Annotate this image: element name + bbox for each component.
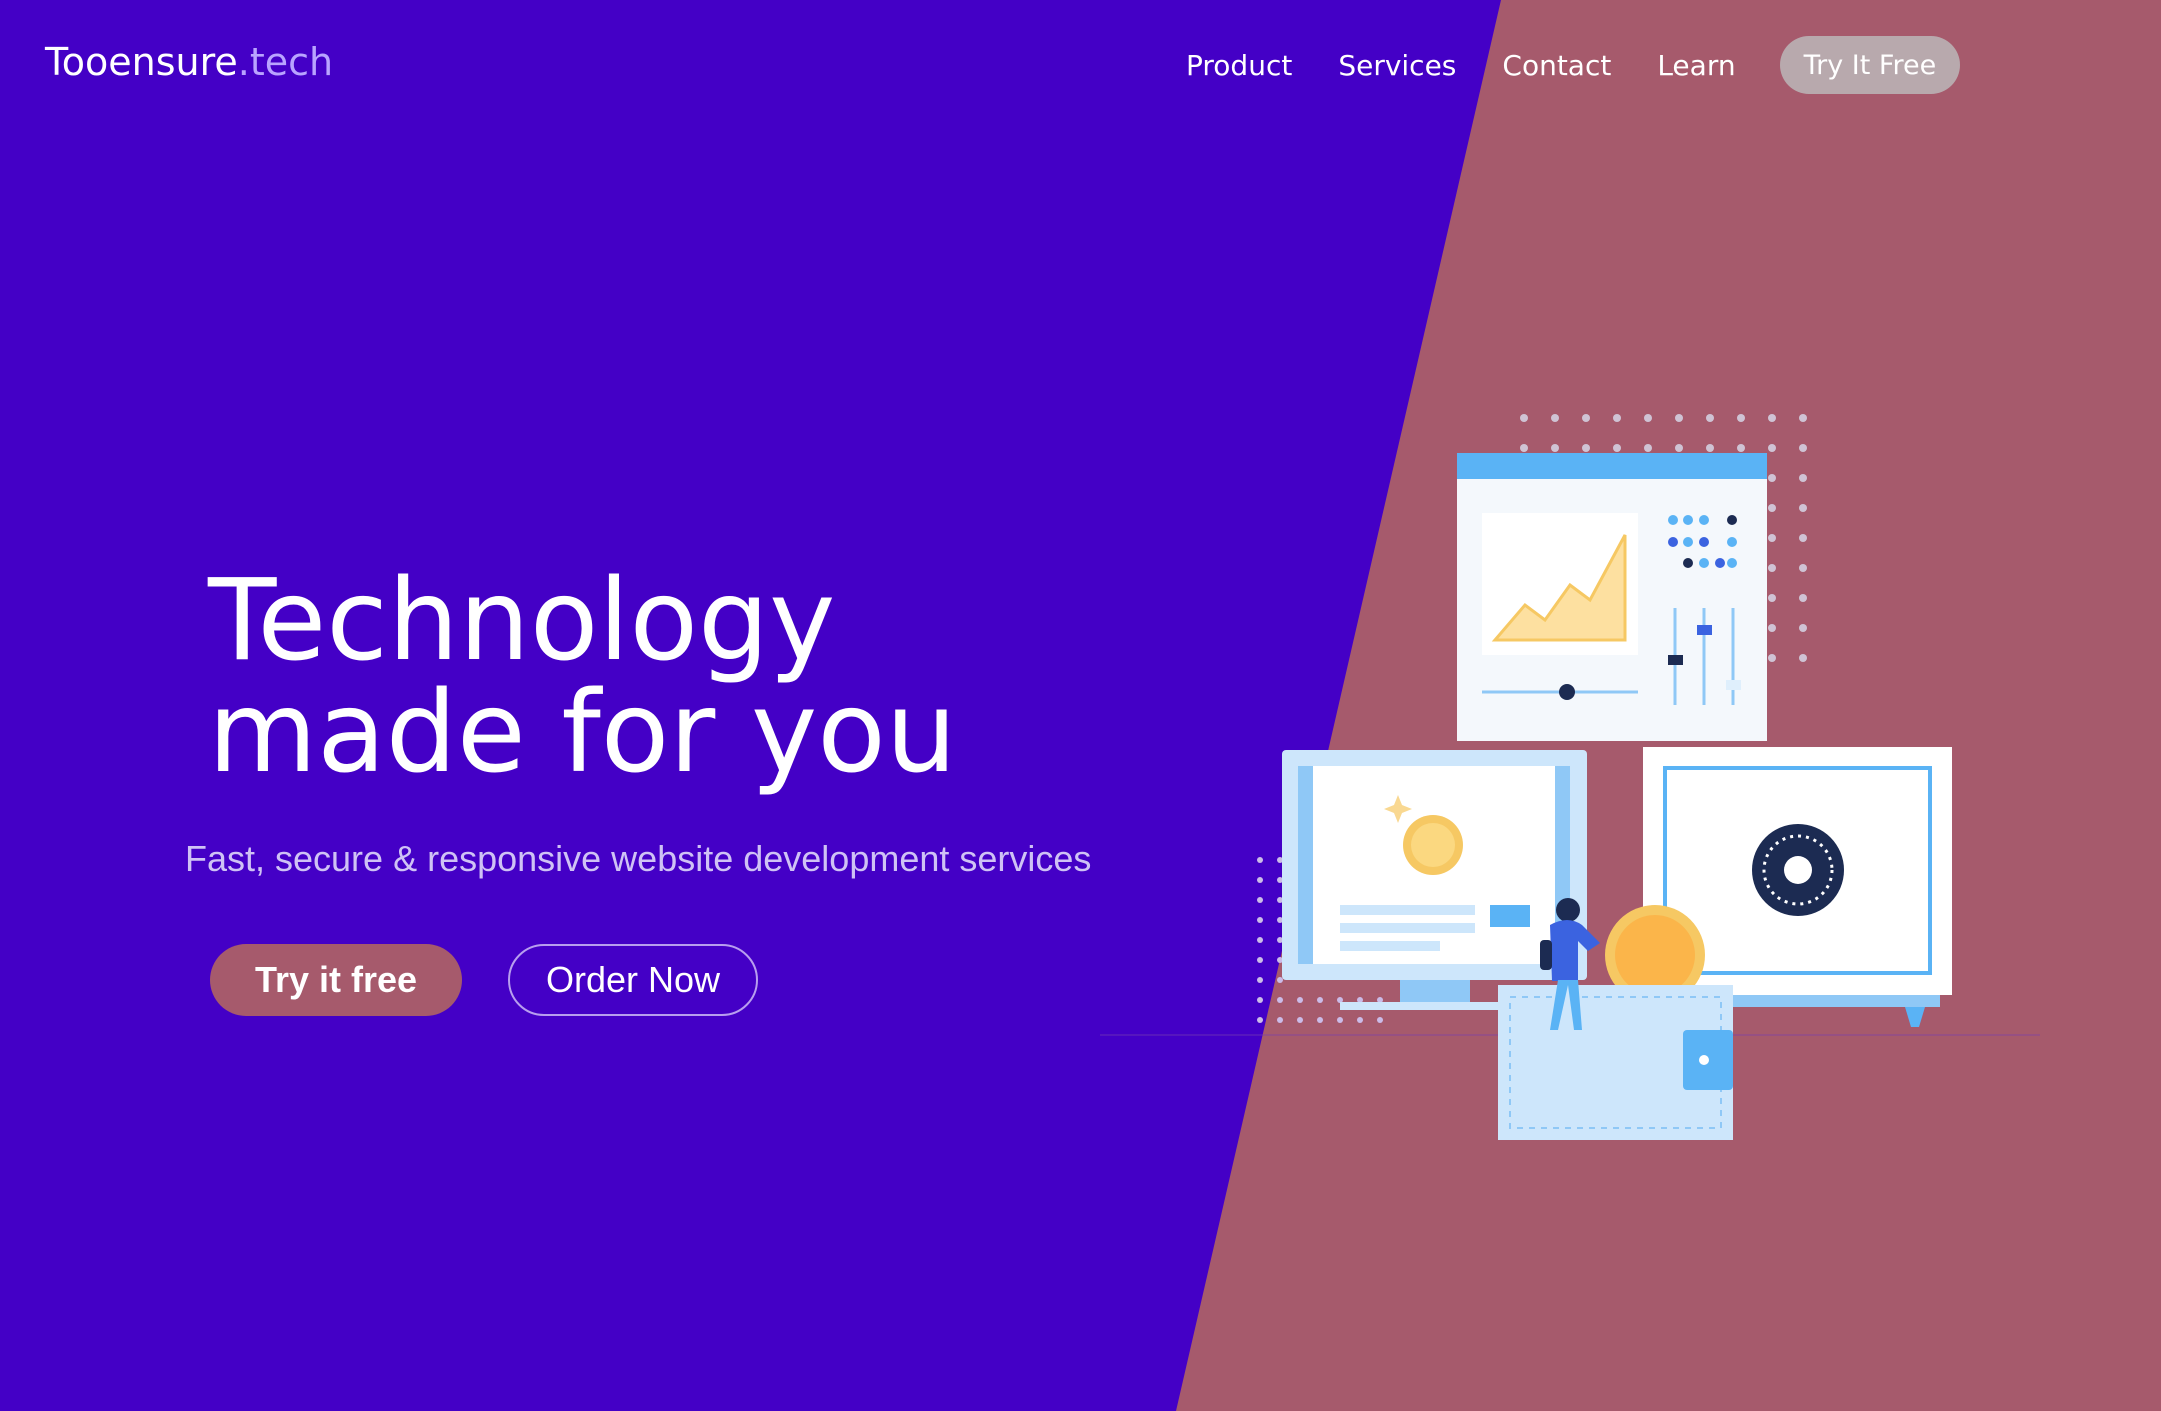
nav-item-contact[interactable]: Contact xyxy=(1502,49,1611,82)
hero-title-line1: Technology xyxy=(208,556,836,686)
coin-monitor-icon xyxy=(1282,750,1587,1010)
hero-title-line2: made for you xyxy=(208,668,957,798)
chart-window-icon xyxy=(1457,453,1767,741)
hero-illustration xyxy=(1100,414,2040,1140)
nav-item-services[interactable]: Services xyxy=(1338,49,1456,82)
brand-suffix: .tech xyxy=(237,40,334,84)
try-it-free-nav-button[interactable]: Try It Free xyxy=(1779,36,1961,94)
order-now-button[interactable]: Order Now xyxy=(508,944,758,1016)
nav-item-product[interactable]: Product xyxy=(1186,49,1292,82)
brand-logo[interactable]: Tooensure.tech xyxy=(45,40,333,84)
wallet-icon xyxy=(1498,985,1733,1140)
nav-item-learn[interactable]: Learn xyxy=(1657,49,1735,82)
hero-subtitle: Fast, secure & responsive website develo… xyxy=(185,838,1092,879)
brand-name: Tooensure xyxy=(45,40,238,84)
try-it-free-button[interactable]: Try it free xyxy=(210,944,462,1016)
hero-title: Technology made for you xyxy=(208,565,957,789)
top-navigation: Product Services Contact Learn Try It Fr… xyxy=(1186,36,1961,94)
